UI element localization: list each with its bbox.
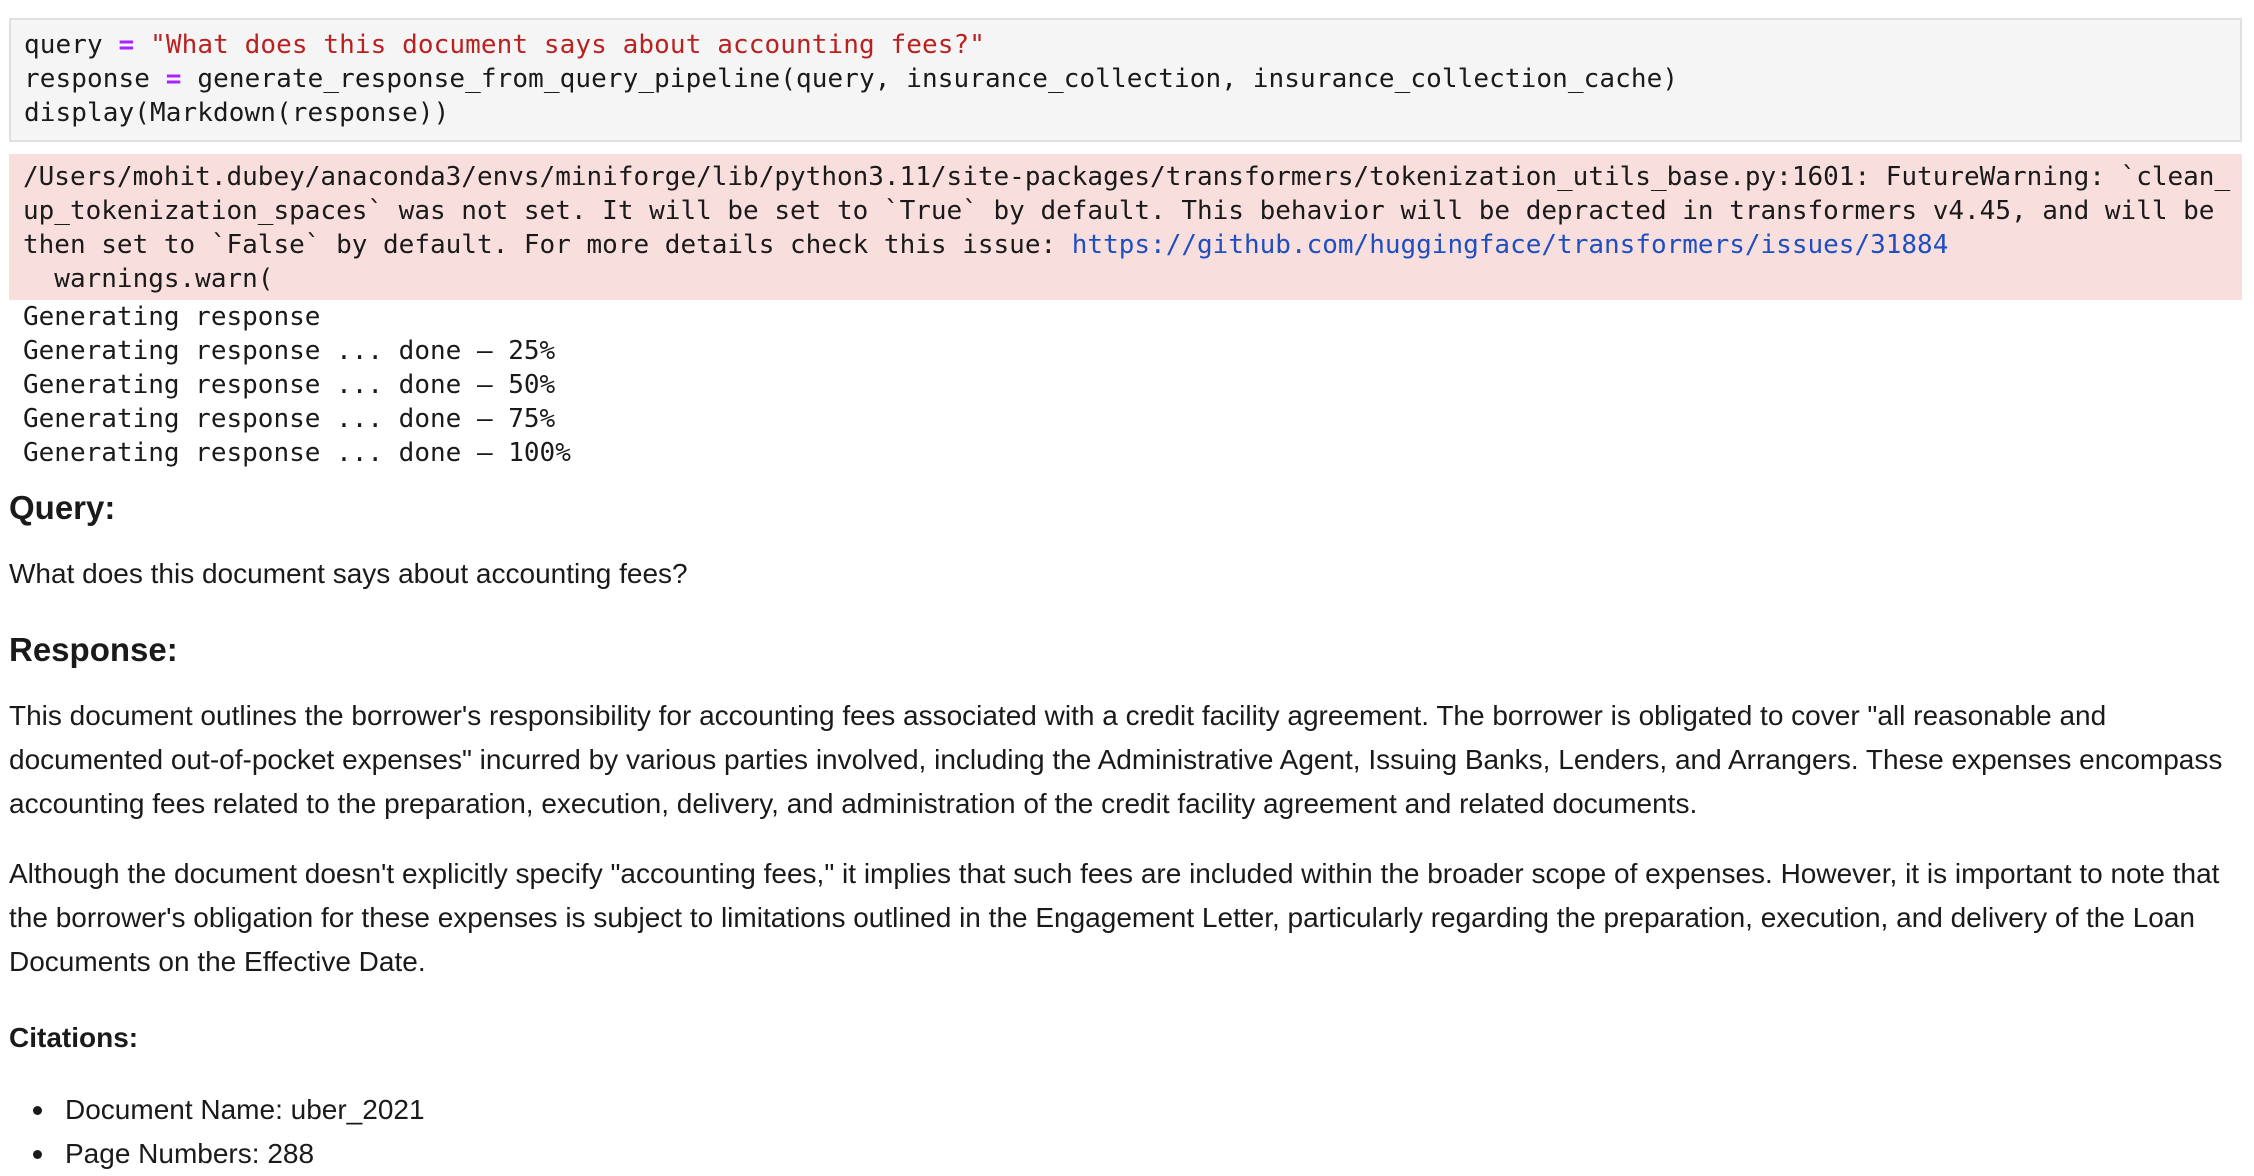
- stdout-line: Generating response ... done – 50%: [23, 370, 556, 400]
- github-issue-link[interactable]: https://github.com/huggingface/transform…: [1072, 230, 1949, 260]
- code-line-2: response = generate_response_from_query_…: [24, 62, 1678, 96]
- stderr-line-3: then set to `False` by default. For more…: [23, 228, 1948, 262]
- citations-list: Document Name: uber_2021 Page Numbers: 2…: [9, 1088, 425, 1176]
- code-operator: =: [165, 64, 182, 94]
- code-line-3: display(Markdown(response)): [24, 98, 450, 128]
- response-heading: Response:: [9, 631, 178, 668]
- stdout-line: Generating response ... done – 25%: [23, 336, 556, 366]
- code-var-response: response: [24, 64, 151, 94]
- stderr-line-3-text: then set to `False` by default. For more…: [23, 230, 1072, 260]
- citation-page-numbers: Page Numbers: 288: [65, 1138, 315, 1169]
- query-heading: Query:: [9, 489, 116, 526]
- code-var-query: query: [24, 30, 103, 60]
- notebook: query = "What does this document says ab…: [0, 0, 2254, 1176]
- stdout-line: Generating response ... done – 75%: [23, 404, 556, 434]
- stderr-line-4: warnings.warn(: [23, 264, 274, 294]
- stdout-line: Generating response ... done – 100%: [23, 438, 571, 468]
- stdout-line: Generating response: [23, 302, 321, 332]
- code-call: generate_response_from_query_pipeline(qu…: [197, 64, 1679, 94]
- code-string: "What does this document says about acco…: [150, 30, 986, 60]
- code-operator: =: [118, 30, 135, 60]
- response-paragraph-1: This document outlines the borrower's re…: [9, 700, 2223, 819]
- citation-document-name: Document Name: uber_2021: [65, 1094, 425, 1125]
- code-line-1: query = "What does this document says ab…: [24, 28, 985, 62]
- citations-heading: Citations:: [9, 1022, 139, 1053]
- list-item: Page Numbers: 288: [9, 1132, 425, 1176]
- list-item: Document Name: uber_2021: [9, 1088, 425, 1132]
- code-cell[interactable]: query = "What does this document says ab…: [9, 18, 2242, 142]
- stderr-line-2: up_tokenization_spaces` was not set. It …: [23, 196, 2215, 226]
- stderr-line-1: /Users/mohit.dubey/anaconda3/envs/minifo…: [23, 162, 2231, 192]
- stderr-output: /Users/mohit.dubey/anaconda3/envs/minifo…: [9, 154, 2242, 300]
- bullet-icon: [33, 1106, 42, 1115]
- response-paragraph-2: Although the document doesn't explicitly…: [9, 858, 2220, 977]
- bullet-icon: [33, 1150, 42, 1159]
- query-text: What does this document says about accou…: [9, 558, 688, 589]
